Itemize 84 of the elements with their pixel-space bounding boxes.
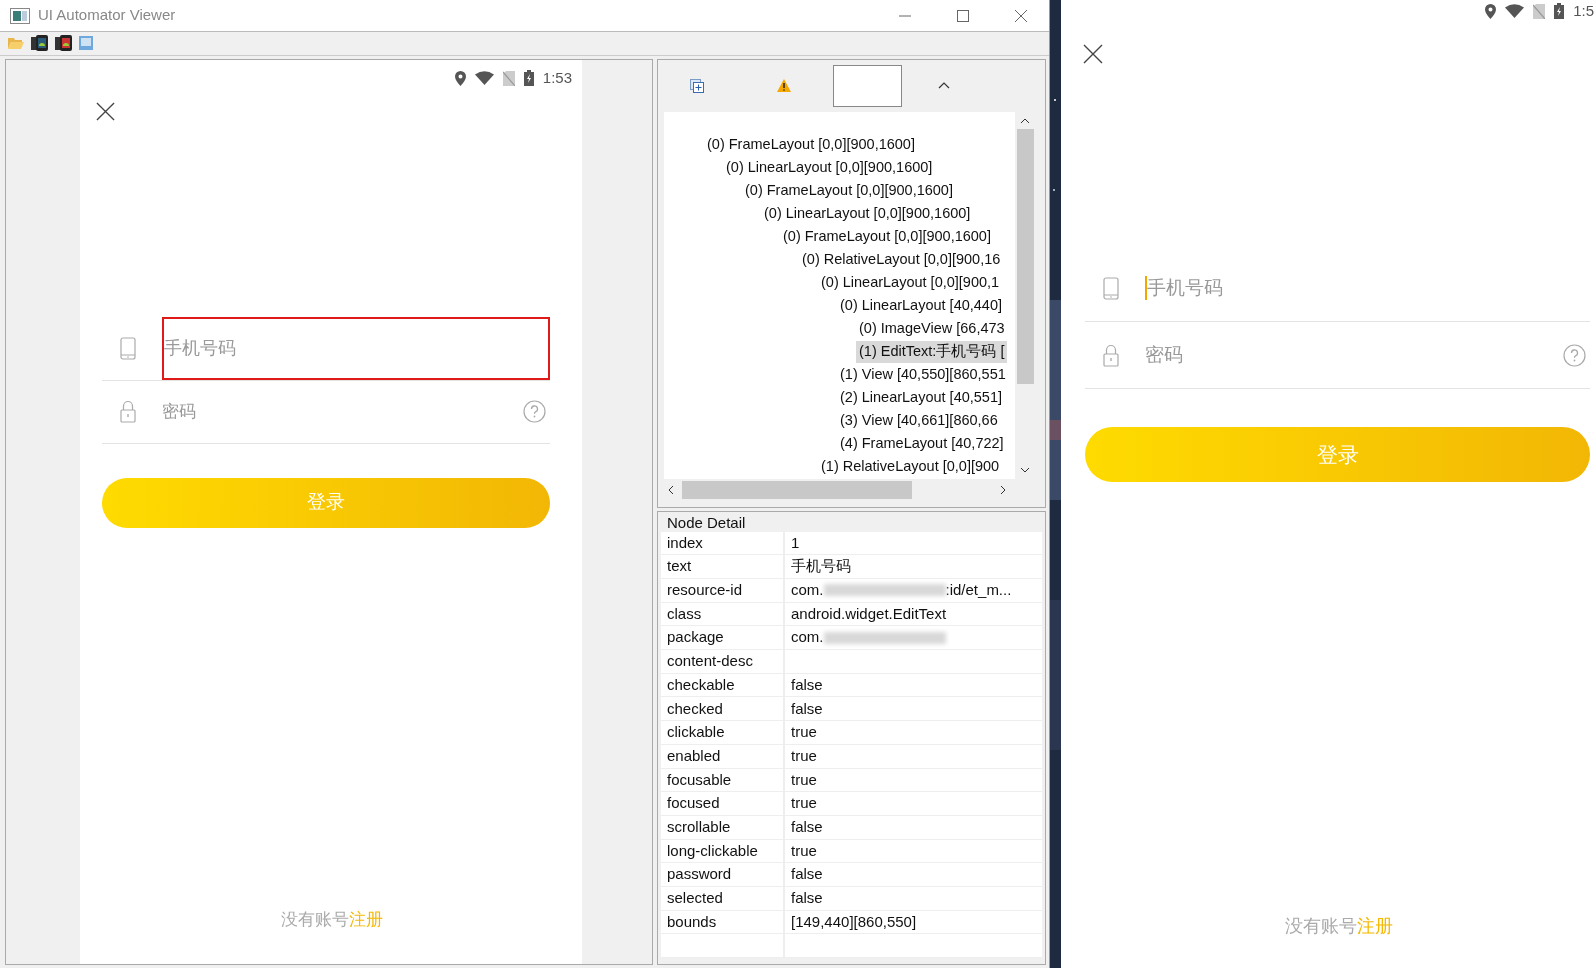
property-value: com. <box>791 580 824 601</box>
close-icon[interactable] <box>1083 44 1103 64</box>
tree-node[interactable]: (0) ImageView [66,473 <box>856 318 1008 340</box>
vertical-scrollbar-thumb[interactable] <box>1016 128 1034 384</box>
property-value: false <box>791 864 823 885</box>
tree-node[interactable]: (1) EditText:手机号码 [ <box>856 341 1008 363</box>
property-value: true <box>791 722 817 743</box>
tree-node[interactable]: (0) RelativeLayout [0,0][900,16 <box>799 249 1004 271</box>
location-icon <box>454 70 466 86</box>
property-value: false <box>791 698 823 719</box>
tree-node[interactable]: (0) LinearLayout [40,440] <box>837 295 1006 317</box>
no-sim-icon <box>502 70 515 86</box>
window-title: UI Automator Viewer <box>38 5 176 26</box>
mobile-phone-icon <box>1103 276 1119 300</box>
property-name: class <box>667 603 702 624</box>
signup-prompt: 没有账号注册 <box>281 908 383 931</box>
property-name: enabled <box>667 745 721 766</box>
tree-node[interactable]: (1) View [40,550][860,551 <box>837 364 1009 386</box>
close-icon[interactable] <box>96 101 115 121</box>
mobile-phone-icon <box>120 337 136 361</box>
property-value: false <box>791 888 823 909</box>
tree-node[interactable]: (0) LinearLayout [0,0][900,1600] <box>761 203 974 225</box>
property-value: false <box>791 816 823 837</box>
scroll-right-icon[interactable] <box>1000 484 1006 495</box>
property-name: resource-id <box>667 580 743 601</box>
property-value: false <box>791 674 823 695</box>
property-name: package <box>667 627 724 648</box>
tree-node[interactable]: (3) View [40,661][860,66 <box>837 410 1001 432</box>
tree-node[interactable]: (0) LinearLayout [0,0][900,1 <box>818 272 1003 294</box>
signup-prompt: 没有账号注册 <box>1284 915 1393 938</box>
close-icon[interactable] <box>1015 9 1027 22</box>
scroll-down-icon[interactable] <box>1020 466 1030 473</box>
tree-node[interactable]: (0) FrameLayout [0,0][900,1600] <box>742 180 956 202</box>
property-name: focused <box>667 793 720 814</box>
property-name: text <box>667 556 692 577</box>
battery-charging-icon <box>1554 3 1565 20</box>
tree-node[interactable]: (0) FrameLayout [0,0][900,1600] <box>704 134 918 156</box>
tree-node[interactable]: (2) LinearLayout [40,551] <box>837 387 1006 409</box>
battery-charging-icon <box>523 70 534 87</box>
location-icon <box>1485 3 1497 19</box>
expand-all-icon[interactable] <box>690 78 704 93</box>
property-name: scrollable <box>667 816 731 837</box>
lock-icon <box>120 400 136 424</box>
property-name: checked <box>667 698 723 719</box>
property-name: focusable <box>667 769 732 790</box>
status-time: 1:5 <box>1573 1 1594 21</box>
property-value: com. <box>791 627 824 648</box>
no-sim-icon <box>1533 3 1546 19</box>
property-value: true <box>791 769 817 790</box>
search-field[interactable] <box>833 64 902 107</box>
tree-node[interactable]: (0) LinearLayout [0,0][900,1600] <box>723 157 936 179</box>
property-name: checkable <box>667 674 735 695</box>
property-name: content-desc <box>667 651 753 672</box>
property-value: true <box>791 793 817 814</box>
property-value: android.widget.EditText <box>791 603 947 624</box>
device-screenshot-compressed-icon[interactable] <box>55 35 72 52</box>
property-value: 1 <box>791 532 800 553</box>
warning-icon[interactable] <box>777 79 791 93</box>
app-icon <box>10 7 30 24</box>
property-name: selected <box>667 888 723 909</box>
maximize-icon[interactable] <box>957 9 969 22</box>
wifi-icon <box>1505 4 1525 19</box>
lock-icon <box>1103 343 1119 367</box>
wifi-icon <box>474 71 494 86</box>
panel-title: Node Detail <box>667 513 747 532</box>
property-value: [149,440][860,550] <box>791 911 917 932</box>
tree-node[interactable]: (1) RelativeLayout [0,0][900 <box>818 456 1003 478</box>
chevron-up-icon[interactable] <box>938 82 950 90</box>
property-name: bounds <box>667 911 717 932</box>
property-value: 手机号码 <box>791 556 851 577</box>
property-name: clickable <box>667 722 725 743</box>
property-value: :id/et_m... <box>945 580 1012 601</box>
tree-node[interactable]: (0) FrameLayout [0,0][900,1600] <box>780 226 994 248</box>
property-name: long-clickable <box>667 840 758 861</box>
property-value: true <box>791 840 817 861</box>
scroll-up-icon[interactable] <box>1020 117 1030 124</box>
scroll-left-icon[interactable] <box>668 484 674 495</box>
property-name: index <box>667 532 703 553</box>
device-screenshot-icon[interactable] <box>31 35 48 52</box>
tree-node[interactable]: (4) FrameLayout [40,722] <box>837 433 1007 455</box>
horizontal-scrollbar-thumb[interactable] <box>682 480 912 499</box>
status-time: 1:53 <box>542 67 572 88</box>
property-value: true <box>791 745 817 766</box>
property-name: password <box>667 864 732 885</box>
